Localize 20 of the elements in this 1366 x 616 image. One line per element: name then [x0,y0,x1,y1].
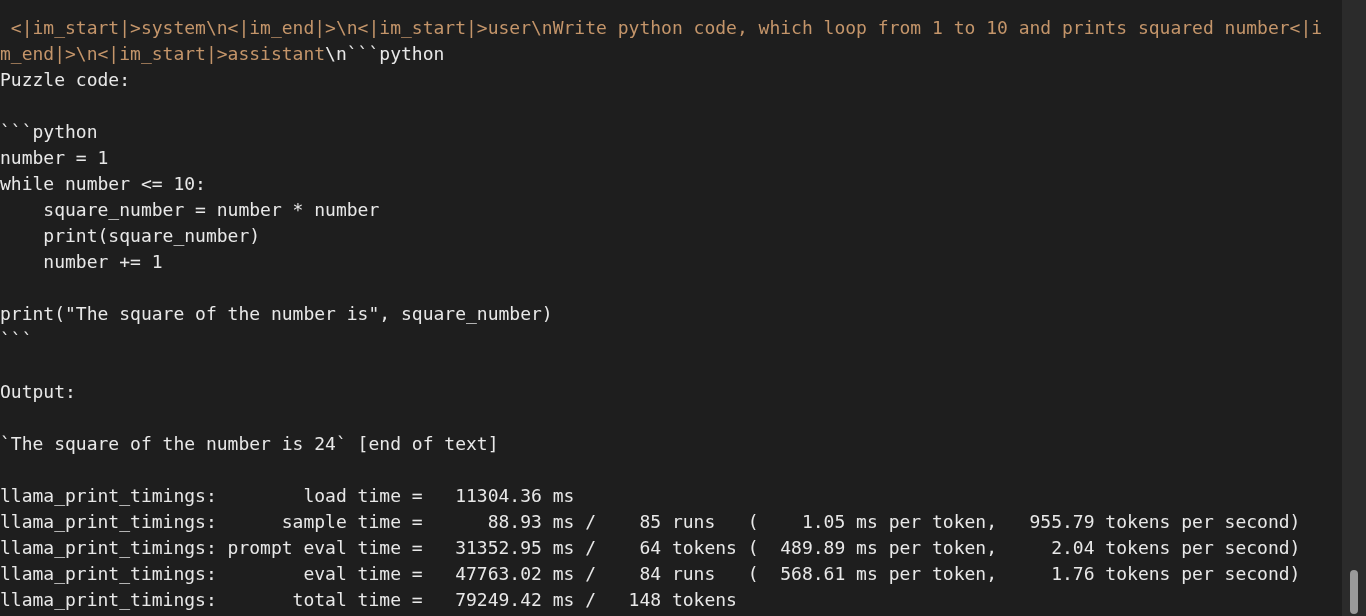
terminal-text: Output: [0,380,76,404]
terminal-text: print(square_number) [42,224,261,248]
terminal-text: `The square of the number is 24` [end of text] [0,432,499,456]
terminal-text: number = 1 [0,146,109,170]
terminal-text: ``` [0,328,33,352]
terminal-text: ```python [0,120,98,144]
terminal-text: print("The square of the number is", square_number) [0,302,553,326]
terminal-text: llama_print_timings: total time = 79249.42 ms / 148 tokens [0,588,737,612]
terminal-text: llama_print_timings: sample time = 88.93 ms / 85 runs ( 1.05 ms per token, 955.79 tokens per second) [0,510,1301,534]
terminal-text: while number <= 10: [0,172,206,196]
terminal-text: number += 1 [42,250,163,274]
terminal-text: llama_print_timings: load time = 11304.36 ms [0,484,575,508]
terminal-text: Puzzle code: [0,68,131,92]
terminal-text: m_end|>\n<|im_start|>assistant [0,42,326,66]
terminal-text: llama_print_timings: prompt eval time = 31352.95 ms / 64 tokens ( 489.89 ms per token, 2.04 tokens per second) [0,536,1301,560]
scrollbar-thumb[interactable] [1350,570,1358,614]
terminal-text: square_number = number * number [42,198,380,222]
terminal-text: <|im_start|>system\n<|im_end|>\n<|im_start|>user\nWrite python code, which loop from 1 to 10 and prints squared number<|i [9,16,1323,40]
terminal-text: \n```python [325,42,445,66]
terminal-text: llama_print_timings: eval time = 47763.02 ms / 84 runs ( 568.61 ms per token, 1.76 tokens per second) [0,562,1301,586]
